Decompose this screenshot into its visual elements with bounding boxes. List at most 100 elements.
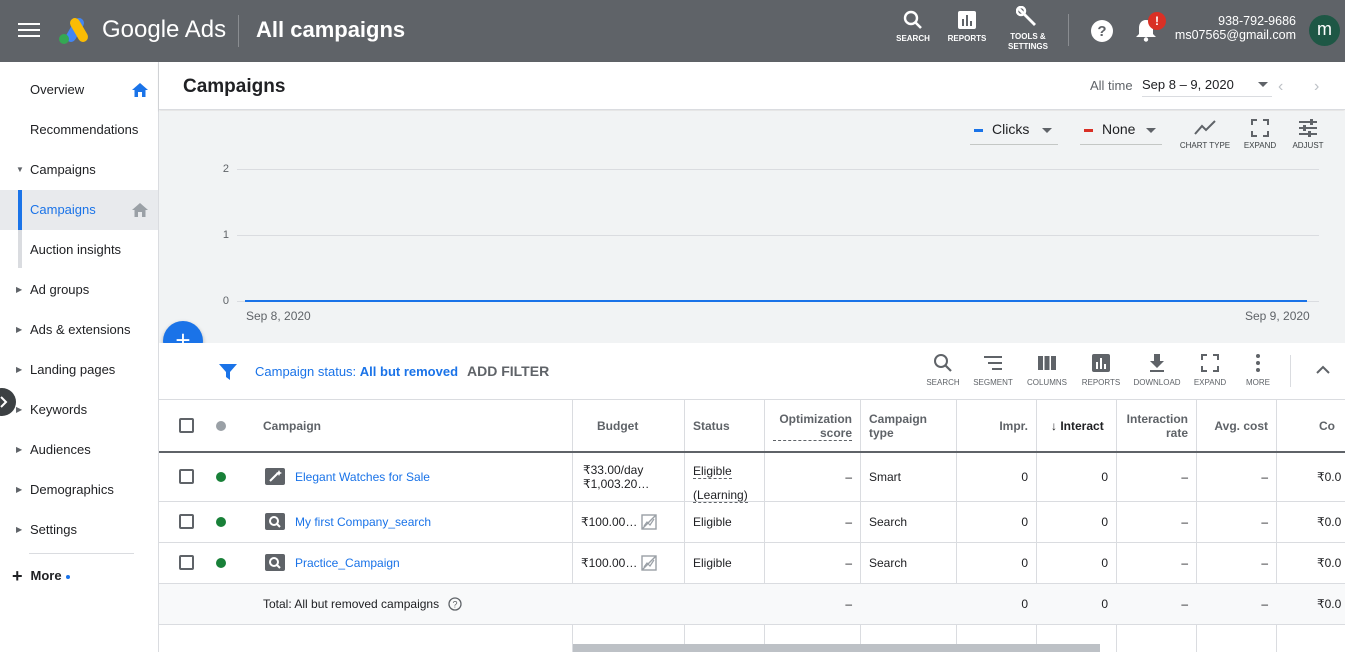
sidebar-item-campaigns[interactable]: Campaigns [0, 190, 158, 230]
campaign-type-cell: Search [869, 515, 908, 529]
column-header-interaction-rate[interactable]: Interaction rate [1121, 412, 1188, 440]
column-header-cost[interactable]: Co [1319, 419, 1335, 433]
status-cell[interactable]: Eligible [693, 556, 732, 570]
gridline [237, 235, 1319, 236]
table-download-button[interactable]: DOWNLOAD [1133, 353, 1181, 388]
search-icon [903, 10, 922, 29]
search-tool-button[interactable]: SEARCH [895, 10, 931, 44]
column-header-status[interactable]: Status [693, 419, 730, 433]
metric-color-swatch [974, 129, 983, 132]
reports-tool-button[interactable]: REPORTS [946, 10, 988, 44]
sidebar-item-recommendations[interactable]: Recommendations [0, 110, 158, 150]
column-header-budget[interactable]: Budget [597, 419, 638, 433]
metric-select-primary[interactable]: Clicks [970, 121, 1058, 145]
filter-icon[interactable] [219, 364, 237, 380]
table-more-button[interactable]: MORE [1241, 353, 1275, 388]
status-filter-dot[interactable] [216, 421, 226, 431]
row-checkbox[interactable] [179, 514, 194, 529]
budget-cell[interactable]: ₹33.00/day ₹1,003.20… [583, 463, 649, 491]
sidebar-item-demographics[interactable]: ▶ Demographics [0, 470, 158, 510]
campaign-status-filter-chip[interactable]: Campaign status: All but removed [255, 364, 458, 379]
header-line: Interaction [1126, 412, 1188, 426]
reports-tool-label: REPORTS [947, 34, 987, 43]
status-enabled-dot[interactable] [216, 558, 226, 568]
table-columns-button[interactable]: COLUMNS [1025, 353, 1069, 388]
row-checkbox[interactable] [179, 469, 194, 484]
sidebar-item-settings[interactable]: ▶ Settings [0, 510, 158, 550]
select-all-checkbox[interactable] [179, 418, 194, 433]
sidebar-item-auction-insights[interactable]: Auction insights [0, 230, 158, 270]
header-line: score [819, 426, 852, 440]
sort-arrow-down-icon: ↓ [1051, 419, 1057, 433]
help-icon[interactable]: ? [1090, 19, 1114, 43]
sidebar-item-ad-groups[interactable]: ▶ Ad groups [0, 270, 158, 310]
menu-icon[interactable] [18, 20, 40, 42]
horizontal-scrollbar[interactable] [573, 644, 1100, 652]
home-icon[interactable] [132, 203, 148, 217]
metric-select-secondary[interactable]: None [1080, 121, 1162, 145]
cost-cell: ₹0.0 [1317, 556, 1342, 570]
previous-period-icon[interactable]: ‹ [1278, 78, 1283, 96]
row-checkbox[interactable] [179, 555, 194, 570]
impr-cell: 0 [1021, 556, 1028, 570]
column-header-impr[interactable]: Impr. [964, 419, 1028, 433]
budget-cell[interactable]: ₹100.00… [581, 515, 637, 529]
chevron-right-icon [0, 396, 8, 408]
column-header-avg-cost[interactable]: Avg. cost [1204, 419, 1268, 433]
status-cell[interactable]: Eligible [693, 515, 732, 529]
column-header-campaign-type[interactable]: Campaign type [869, 412, 927, 440]
tool-label: COLUMNS [1026, 378, 1067, 387]
column-header-interactions[interactable]: ↓ Interact [1051, 419, 1104, 433]
campaign-name-link[interactable]: My first Company_search [295, 515, 431, 529]
date-range-picker[interactable]: Sep 8 – 9, 2020 [1142, 77, 1272, 97]
chart-adjust-button[interactable]: ADJUST [1289, 119, 1327, 151]
home-icon[interactable] [132, 83, 148, 97]
avatar[interactable]: m [1309, 15, 1340, 46]
column-header-campaign[interactable]: Campaign [263, 419, 321, 433]
brand-name[interactable]: Google Ads [102, 16, 226, 44]
campaign-name-link[interactable]: Practice_Campaign [295, 556, 400, 570]
table-reports-button[interactable]: REPORTS [1079, 353, 1123, 388]
table-segment-button[interactable]: SEGMENT [971, 353, 1015, 388]
columns-icon [1038, 356, 1056, 370]
no-data-icon [641, 514, 657, 530]
metric-color-swatch [1084, 129, 1093, 132]
chart-type-button[interactable]: CHART TYPE [1179, 119, 1231, 151]
cost-cell: ₹0.0 [1317, 597, 1342, 611]
budget-cell[interactable]: ₹100.00… [581, 556, 637, 570]
download-icon [1150, 354, 1164, 372]
campaign-name-link[interactable]: Elegant Watches for Sale [295, 470, 430, 484]
status-enabled-dot[interactable] [216, 517, 226, 527]
sidebar-more-button[interactable]: + More [12, 566, 70, 587]
chevron-up-icon[interactable] [1315, 363, 1331, 377]
sidebar-item-overview[interactable]: Overview [0, 70, 158, 110]
table-expand-button[interactable]: EXPAND [1191, 353, 1229, 388]
sidebar-item-ads-extensions[interactable]: ▶ Ads & extensions [0, 310, 158, 350]
sidebar-item-keywords[interactable]: ▶ Keywords [0, 390, 158, 430]
sidebar-item-label: Campaigns [30, 162, 96, 177]
sidebar-item-audiences[interactable]: ▶ Audiences [0, 430, 158, 470]
sidebar-item-landing-pages[interactable]: ▶ Landing pages [0, 350, 158, 390]
impr-cell: 0 [1021, 515, 1028, 529]
status-enabled-dot[interactable] [216, 472, 226, 482]
status-line: Eligible [693, 464, 732, 479]
chart-expand-button[interactable]: EXPAND [1241, 119, 1279, 151]
expand-icon [1251, 119, 1269, 137]
add-filter-button[interactable]: ADD FILTER [467, 363, 549, 379]
caret-right-icon: ▶ [16, 285, 23, 294]
page-title: Campaigns [183, 76, 286, 97]
sidebar-toggle-button[interactable] [0, 388, 16, 416]
avg-cost-cell: – [1261, 470, 1268, 484]
caret-down-icon: ▼ [16, 165, 24, 174]
table-search-button[interactable]: SEARCH [925, 353, 961, 388]
account-info[interactable]: 938-792-9686 ms07565@gmail.com [1175, 14, 1296, 42]
column-header-optimization-score[interactable]: Optimization score [773, 412, 852, 441]
new-indicator-dot [65, 574, 70, 579]
status-cell[interactable]: Eligible (Learning) [693, 459, 748, 507]
tools-settings-button[interactable]: TOOLS & SETTINGS [1006, 6, 1050, 52]
impr-cell: 0 [1021, 470, 1028, 484]
help-circle-icon[interactable]: ? [448, 597, 463, 611]
dropdown-arrow-icon [1146, 128, 1156, 133]
next-period-icon[interactable]: › [1314, 78, 1319, 96]
sidebar-item-campaigns-group[interactable]: ▼ Campaigns [0, 150, 158, 190]
